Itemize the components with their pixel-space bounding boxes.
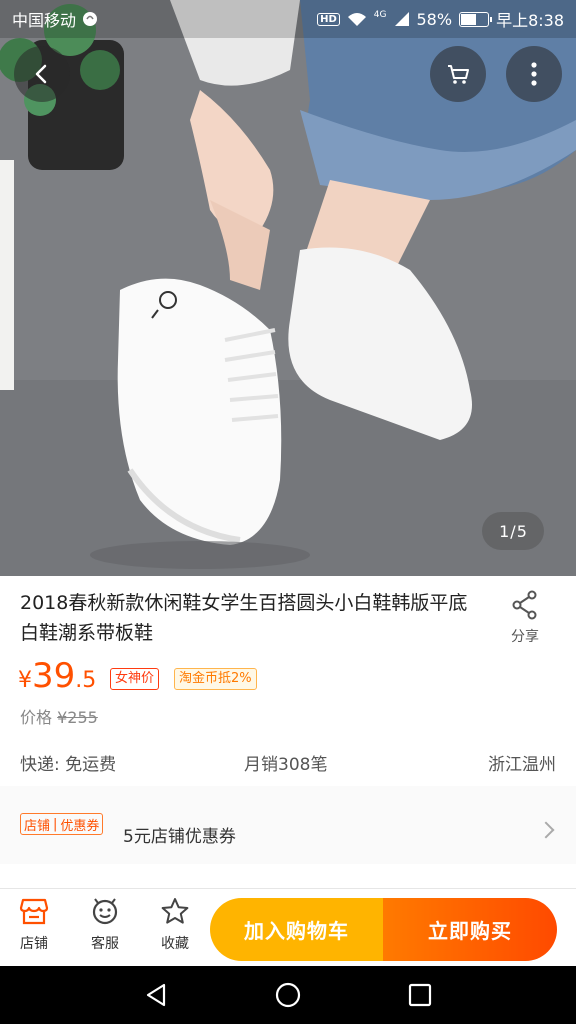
- store-coupon-badge: 店铺 | 优惠券: [20, 813, 104, 835]
- image-pager-indicator: 1 / 5: [482, 512, 544, 550]
- product-image-gallery[interactable]: 1 / 5: [0, 0, 576, 576]
- pager-total: 5: [516, 521, 527, 541]
- star-icon: [161, 898, 189, 924]
- more-vertical-icon: [531, 62, 537, 86]
- add-to-cart-button[interactable]: 加入购物车: [210, 898, 383, 961]
- shipping-fee: 快递: 免运费: [20, 755, 117, 775]
- share-button[interactable]: 分享: [498, 590, 552, 646]
- coupon-description: 5元店铺优惠券: [123, 827, 236, 847]
- product-photo: [0, 0, 576, 576]
- monthly-sales: 月销308笔: [244, 755, 328, 775]
- coupon-badge-divider: |: [53, 816, 58, 832]
- product-title: 2018春秋新款休闲鞋女学生百搭圆头小白鞋韩版平底白鞋潮系带板鞋: [20, 592, 468, 644]
- favorite-button[interactable]: 收藏: [145, 897, 205, 953]
- original-price-value: ¥255: [57, 708, 98, 727]
- customer-service-icon: [92, 898, 118, 925]
- price-currency: ¥: [18, 668, 32, 693]
- shop-button[interactable]: 店铺: [4, 897, 64, 953]
- home-circle-icon[interactable]: [274, 981, 302, 1009]
- cart-button[interactable]: [430, 46, 486, 102]
- original-price-label: 价格: [20, 708, 53, 727]
- shop-label: 店铺: [20, 936, 48, 952]
- wifi-icon: [347, 13, 366, 26]
- coupon-badge-store: 店铺: [24, 818, 51, 834]
- back-button[interactable]: [14, 46, 70, 102]
- battery-percent: 58%: [416, 9, 453, 29]
- status-bar: 中国移动 HD 4G 58% 早上8:38: [0, 0, 576, 38]
- favorite-label: 收藏: [161, 936, 189, 952]
- recents-square-icon[interactable]: [406, 981, 434, 1009]
- original-price: 价格 ¥255: [20, 704, 98, 728]
- current-price: ¥ 39 .5: [18, 656, 96, 696]
- network-type: 4G: [373, 10, 387, 20]
- system-navigation-bar: [0, 966, 576, 1024]
- taojinbi-tag: 淘金币抵2%: [174, 668, 257, 690]
- buy-now-button[interactable]: 立即购买: [383, 898, 557, 961]
- share-icon: [512, 590, 537, 620]
- price-decimal: .5: [75, 668, 97, 693]
- ship-from-location: 浙江温州: [488, 755, 556, 775]
- carrier-name: 中国移动: [12, 11, 77, 30]
- battery-level: [461, 13, 477, 25]
- battery-icon: [459, 11, 493, 27]
- pager-current: 1: [499, 521, 510, 541]
- customer-service-label: 客服: [91, 936, 119, 952]
- chevron-left-icon: [35, 64, 47, 84]
- shopping-cart-icon: [448, 65, 469, 84]
- product-detail-screen: 1 / 5 中国移动 HD 4G 58% 早上8:38 2018春秋新款休闲鞋女…: [0, 0, 576, 1024]
- sync-icon: [83, 12, 98, 26]
- goddess-price-tag: 女神价: [110, 668, 160, 690]
- hd-badge: HD: [317, 12, 340, 26]
- coupon-badge-coupon: 优惠券: [60, 818, 100, 834]
- share-label: 分享: [511, 629, 539, 645]
- price-integer: 39: [32, 656, 76, 696]
- customer-service-button[interactable]: 客服: [75, 897, 135, 953]
- bottom-action-bar: 店铺 客服 收藏 加入购物车 立即购买: [0, 888, 576, 966]
- pager-separator: /: [510, 521, 516, 541]
- chevron-right-icon: [537, 821, 555, 839]
- store-coupon-row[interactable]: 店铺 | 优惠券 5元店铺优惠券: [0, 786, 576, 864]
- clock-time: 早上8:38: [496, 11, 564, 30]
- more-button[interactable]: [506, 46, 562, 102]
- back-triangle-icon[interactable]: [142, 981, 170, 1009]
- store-icon: [19, 898, 49, 925]
- signal-icon: [394, 12, 409, 26]
